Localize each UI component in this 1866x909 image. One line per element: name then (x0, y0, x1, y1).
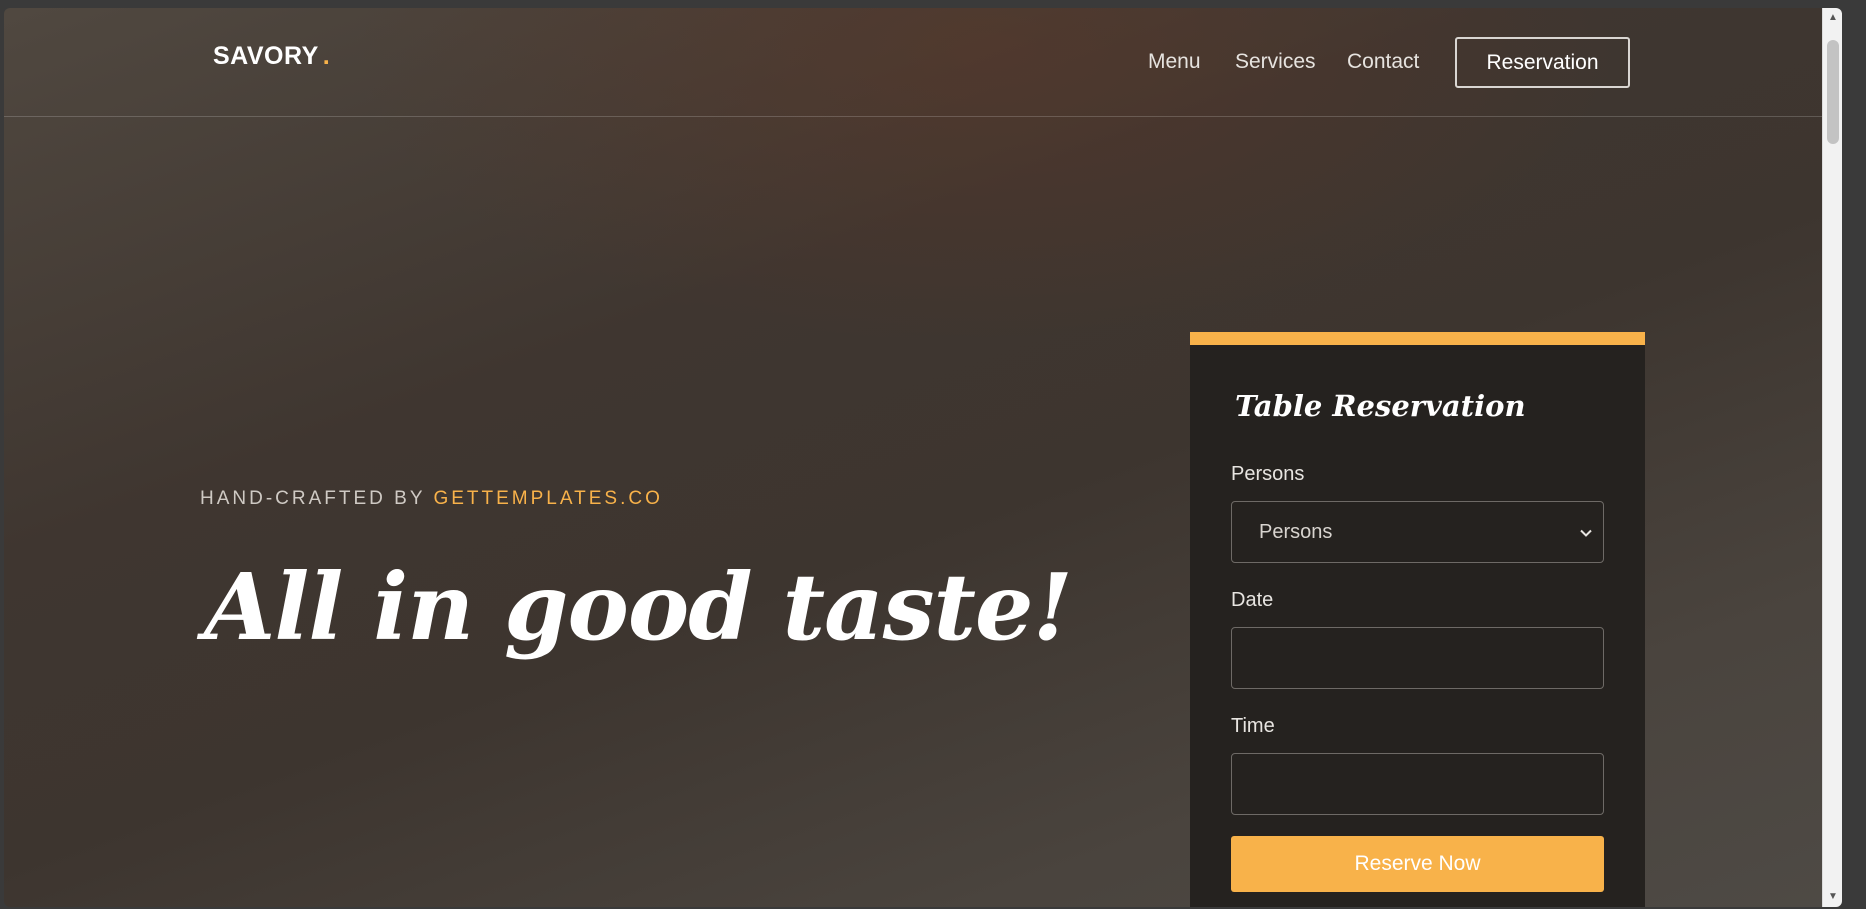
reservation-title: Table Reservation (1235, 389, 1526, 423)
hero-kicker-link[interactable]: GETTEMPLATES.CO (433, 488, 662, 509)
time-input[interactable] (1231, 753, 1604, 815)
nav-link-services[interactable]: Services (1235, 50, 1316, 74)
scrollbar-thumb[interactable] (1827, 40, 1839, 144)
hero-kicker: HAND-CRAFTED BY GETTEMPLATES.CO (200, 488, 663, 510)
browser-viewport: SAVORY. Menu Services Contact Reservatio… (4, 8, 1842, 907)
hero-headline: All in good taste! (204, 553, 1073, 661)
persons-select[interactable]: Persons (1231, 501, 1604, 563)
brand-logo[interactable]: SAVORY. (213, 42, 330, 71)
date-input[interactable] (1231, 627, 1604, 689)
date-label: Date (1231, 589, 1274, 611)
vertical-scrollbar[interactable]: ▲ ▼ (1822, 8, 1842, 907)
brand-name: SAVORY (213, 42, 319, 70)
nav-link-contact[interactable]: Contact (1347, 50, 1419, 74)
reservation-card: Table Reservation Persons Persons Date T… (1190, 332, 1645, 907)
persons-label: Persons (1231, 463, 1305, 485)
persons-select-value: Persons (1259, 521, 1333, 543)
chevron-down-icon (1580, 529, 1592, 537)
reserve-now-button[interactable]: Reserve Now (1231, 836, 1604, 892)
time-label: Time (1231, 715, 1275, 737)
navbar: SAVORY. Menu Services Contact Reservatio… (4, 8, 1822, 117)
scroll-down-arrow-icon[interactable]: ▼ (1823, 887, 1842, 907)
reservation-nav-button[interactable]: Reservation (1455, 37, 1630, 88)
scroll-up-arrow-icon[interactable]: ▲ (1823, 8, 1842, 28)
hero-kicker-prefix: HAND-CRAFTED BY (200, 488, 434, 509)
nav-link-menu[interactable]: Menu (1148, 50, 1201, 74)
brand-dot: . (322, 42, 331, 70)
